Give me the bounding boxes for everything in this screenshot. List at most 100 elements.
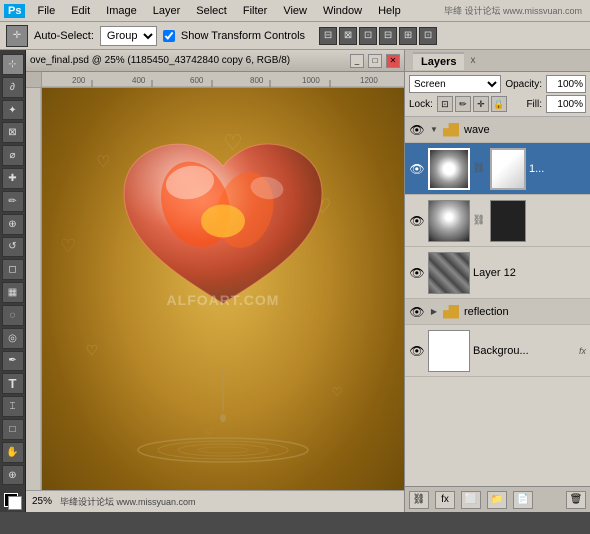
add-fx-btn[interactable]: fx — [435, 491, 455, 509]
align-left-icon[interactable]: ⊟ — [319, 27, 337, 45]
layer-visibility-toggle[interactable]: 👁 — [409, 213, 425, 229]
crop-tool[interactable]: ⊠ — [2, 122, 24, 143]
layers-tab-close[interactable]: x — [470, 55, 475, 66]
menu-bar: Ps File Edit Image Layer Select Filter V… — [0, 0, 590, 22]
show-transform-label: Show Transform Controls — [181, 30, 305, 42]
align-right-icon[interactable]: ⊡ — [359, 27, 377, 45]
layer-chain-icon: ⛓ — [473, 215, 485, 227]
gradient-tool[interactable]: ▦ — [2, 282, 24, 303]
eraser-tool[interactable]: ◻ — [2, 259, 24, 280]
layer-name: Layer 12 — [473, 267, 586, 279]
show-transform-checkbox[interactable] — [163, 30, 175, 42]
clone-tool[interactable]: ⊕ — [2, 214, 24, 235]
lasso-tool[interactable]: ∂ — [2, 77, 24, 98]
layer-name: 1... — [529, 163, 586, 175]
document-title: ove_final.psd @ 25% (1185450_43742840 co… — [30, 55, 346, 66]
new-layer-btn[interactable]: 📄 — [513, 491, 533, 509]
layer-name: reflection — [464, 306, 586, 318]
menu-edit[interactable]: Edit — [67, 5, 94, 17]
document-titlebar: ove_final.psd @ 25% (1185450_43742840 co… — [26, 50, 404, 72]
align-top-icon[interactable]: ⊟ — [379, 27, 397, 45]
eyedropper-tool[interactable]: ⌀ — [2, 145, 24, 166]
lock-icons: ⊡ ✏ ✛ 🔒 — [437, 96, 507, 112]
align-middle-icon[interactable]: ⊞ — [399, 27, 417, 45]
layer-row[interactable]: 👁 ⛓ — [405, 195, 590, 247]
align-bottom-icon[interactable]: ⊡ — [419, 27, 437, 45]
new-group-btn[interactable]: 📁 — [487, 491, 507, 509]
menu-layer[interactable]: Layer — [149, 5, 185, 17]
path-tool[interactable]: ⌶ — [2, 396, 24, 417]
menu-view[interactable]: View — [279, 5, 311, 17]
dodge-tool[interactable]: ◎ — [2, 328, 24, 349]
magic-wand-tool[interactable]: ✦ — [2, 100, 24, 121]
layer-mask-thumbnail — [490, 200, 526, 242]
brush-tool[interactable]: ✏ — [2, 191, 24, 212]
layer-row[interactable]: 👁 ▼ wave — [405, 117, 590, 143]
layer-expand-toggle[interactable]: ▶ — [428, 306, 440, 318]
lock-position-btn[interactable]: ✛ — [473, 96, 489, 112]
lock-all-btn[interactable]: 🔒 — [491, 96, 507, 112]
delete-layer-btn[interactable]: 🗑 — [566, 491, 586, 509]
layer-visibility-toggle[interactable]: 👁 — [409, 161, 425, 177]
heal-tool[interactable]: ✚ — [2, 168, 24, 189]
menu-window[interactable]: Window — [319, 5, 366, 17]
shape-tool[interactable]: □ — [2, 419, 24, 440]
ps-logo[interactable]: Ps — [4, 4, 25, 18]
auto-select-label: Auto-Select: — [34, 30, 94, 42]
status-bar: 25% 毕绛设计论坛 www.missyuan.com — [26, 490, 404, 512]
layer-visibility-toggle[interactable]: 👁 — [409, 265, 425, 281]
layer-row[interactable]: 👁 ⛓ 1... — [405, 143, 590, 195]
tools-panel: ⊹ ∂ ✦ ⊠ ⌀ ✚ ✏ ⊕ ↺ ◻ ▦ ◌ ◎ ✒ T ⌶ □ ✋ ⊕ — [0, 50, 26, 512]
svg-text:1000: 1000 — [302, 76, 320, 85]
hand-tool[interactable]: ✋ — [2, 442, 24, 463]
color-swatch[interactable] — [2, 491, 24, 512]
layer-row[interactable]: 👁 Backgrou... fx — [405, 325, 590, 377]
fill-input[interactable] — [546, 95, 586, 113]
move-tool-icon[interactable]: ✛ — [6, 25, 28, 47]
layers-tab-label[interactable]: Layers — [413, 52, 464, 70]
main-canvas[interactable]: ♡ ♡ ♡ ♡ ♡ ♡ ♡ — [42, 88, 404, 512]
history-tool[interactable]: ↺ — [2, 237, 24, 258]
win-maximize-btn[interactable]: □ — [368, 54, 382, 68]
menu-select[interactable]: Select — [192, 5, 231, 17]
add-mask-btn[interactable]: ⬜ — [461, 491, 481, 509]
lock-transparent-btn[interactable]: ⊡ — [437, 96, 453, 112]
heart-image — [113, 122, 333, 342]
layer-name: wave — [464, 124, 586, 136]
link-layers-btn[interactable]: ⛓ — [409, 491, 429, 509]
layers-list[interactable]: 👁 ▼ wave 👁 ⛓ 1... 👁 — [405, 117, 590, 486]
bokeh-3: ♡ — [85, 342, 105, 360]
layer-visibility-toggle[interactable]: 👁 — [409, 122, 425, 138]
layer-fx-badge: fx — [579, 346, 586, 356]
fill-label: Fill: — [526, 99, 542, 110]
svg-text:1200: 1200 — [360, 76, 378, 85]
layer-row[interactable]: 👁 ▶ reflection — [405, 299, 590, 325]
lock-label: Lock: — [409, 99, 433, 110]
menu-filter[interactable]: Filter — [239, 5, 271, 17]
layer-mask-thumbnail — [490, 148, 526, 190]
blend-mode-select[interactable]: Screen — [409, 75, 501, 93]
win-minimize-btn[interactable]: _ — [350, 54, 364, 68]
opacity-input[interactable] — [546, 75, 586, 93]
menu-help[interactable]: Help — [374, 5, 405, 17]
zoom-tool[interactable]: ⊕ — [2, 465, 24, 486]
pen-tool[interactable]: ✒ — [2, 351, 24, 372]
align-center-icon[interactable]: ⊠ — [339, 27, 357, 45]
layer-visibility-toggle[interactable]: 👁 — [409, 304, 425, 320]
layer-row[interactable]: 👁 Layer 12 — [405, 247, 590, 299]
menu-image[interactable]: Image — [102, 5, 141, 17]
auto-select-dropdown[interactable]: Group — [100, 26, 157, 46]
status-info: 毕绛设计论坛 www.missyuan.com — [60, 495, 196, 508]
layer-expand-toggle[interactable]: ▼ — [428, 124, 440, 136]
layers-panel: Layers x Screen Opacity: Lock: ⊡ ✏ ✛ 🔒 — [404, 50, 590, 512]
win-close-btn[interactable]: ✕ — [386, 54, 400, 68]
menu-file[interactable]: File — [33, 5, 59, 17]
canvas-row: ♡ ♡ ♡ ♡ ♡ ♡ ♡ — [26, 88, 404, 512]
marquee-tool[interactable]: ⊹ — [2, 54, 24, 75]
canvas-wrapper: ove_final.psd @ 25% (1185450_43742840 co… — [26, 50, 404, 512]
lock-pixels-btn[interactable]: ✏ — [455, 96, 471, 112]
blur-tool[interactable]: ◌ — [2, 305, 24, 326]
layer-visibility-toggle[interactable]: 👁 — [409, 343, 425, 359]
text-tool[interactable]: T — [2, 373, 24, 394]
layer-thumbnail — [428, 200, 470, 242]
